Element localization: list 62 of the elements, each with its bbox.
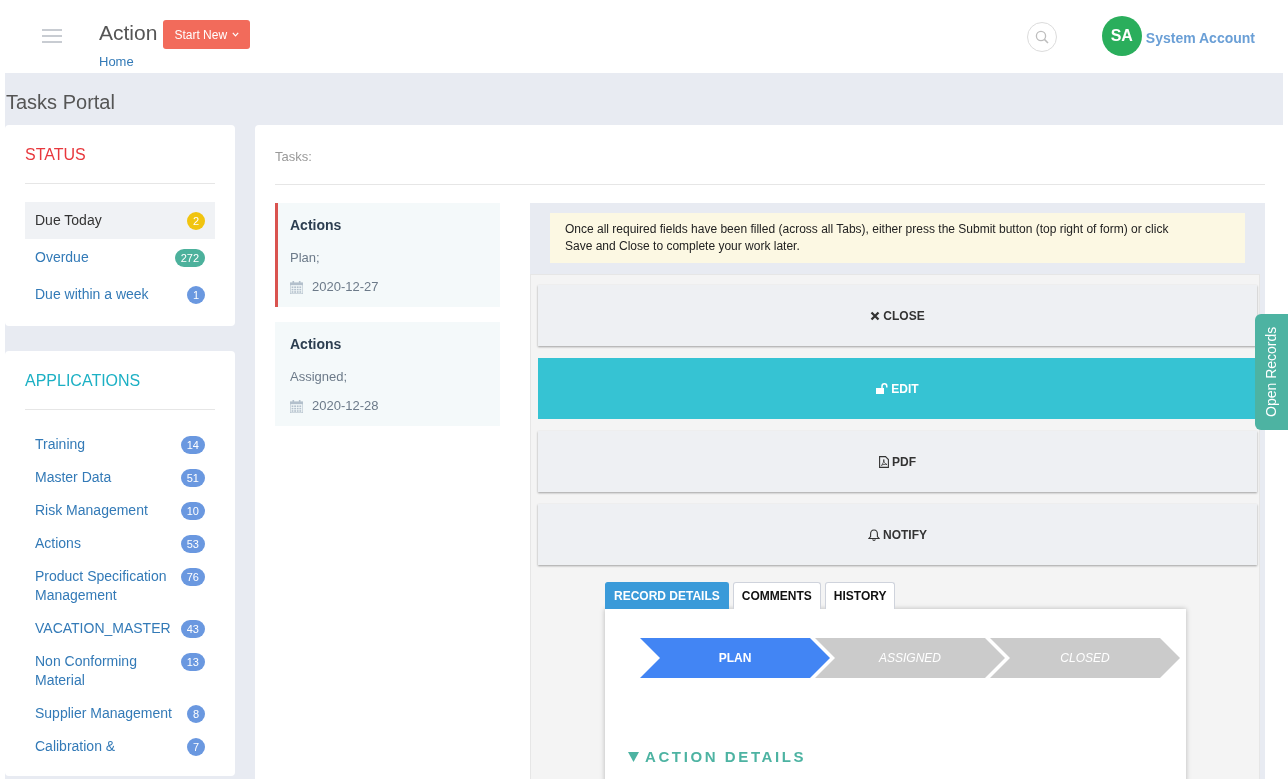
calendar-icon — [290, 399, 303, 413]
app-title: Action — [99, 19, 158, 46]
calendar-icon — [290, 280, 303, 294]
bell-icon — [868, 528, 880, 541]
count-badge: 2 — [187, 212, 205, 230]
panel-title: APPLICATIONS — [25, 371, 142, 391]
count-badge: 53 — [180, 535, 205, 553]
page-title: Tasks Portal — [6, 89, 115, 114]
unlock-icon — [876, 383, 889, 394]
application-link[interactable]: Non Conforming Material 13 — [25, 645, 215, 697]
panel-title: STATUS — [25, 145, 87, 165]
task-date: 2020-12-27 — [312, 278, 379, 296]
count-badge: 51 — [180, 469, 205, 487]
application-link[interactable]: Master Data 51 — [25, 461, 215, 494]
open-records-tab[interactable]: Open Records — [1255, 314, 1288, 430]
count-badge: 272 — [174, 249, 205, 267]
application-link[interactable]: Supplier Management 8 — [25, 697, 215, 730]
start-new-button[interactable]: Start New — [163, 20, 251, 49]
task-title: Actions — [290, 335, 343, 354]
task-date: 2020-12-28 — [312, 397, 379, 415]
tasks-label: Tasks: — [275, 148, 313, 166]
menu-icon[interactable] — [42, 29, 62, 43]
status-filter-link[interactable]: Due Today 2 — [25, 202, 215, 239]
task-title: Actions — [290, 216, 343, 235]
pdf-button[interactable]: PDF — [538, 431, 1257, 492]
search-button[interactable] — [1026, 21, 1057, 52]
application-link[interactable]: Actions 53 — [25, 527, 215, 560]
application-link[interactable]: VACATION_MASTER 43 — [25, 612, 215, 645]
pdf-file-icon — [879, 455, 889, 468]
tab[interactable]: RECORD DETAILS — [605, 582, 729, 609]
status-filter-link[interactable]: Overdue 272 — [25, 239, 215, 276]
section-title: ACTION DETAILS — [645, 747, 807, 767]
close-button[interactable]: CLOSE — [538, 285, 1257, 346]
task-card[interactable]: Actions Assigned; 2020-12-28 — [275, 322, 500, 426]
count-badge: 43 — [180, 620, 205, 638]
close-icon — [870, 310, 881, 321]
user-name[interactable]: System Account — [1145, 27, 1255, 49]
notify-button[interactable]: NOTIFY — [538, 504, 1257, 565]
application-link[interactable]: Product Specification Management 76 — [25, 560, 215, 612]
caret-icon[interactable] — [628, 752, 639, 762]
count-badge: 8 — [187, 705, 205, 723]
count-badge: 13 — [180, 653, 205, 671]
tab[interactable]: COMMENTS — [732, 582, 821, 609]
count-badge: 7 — [187, 738, 205, 756]
tab[interactable]: HISTORY — [824, 582, 896, 609]
caret-icon — [232, 32, 240, 37]
application-link[interactable]: Calibration & 7 — [25, 730, 215, 763]
application-link[interactable]: Training 14 — [25, 428, 215, 461]
status-filter-link[interactable]: Due within a week 1 — [25, 276, 215, 313]
task-card[interactable]: Actions Plan; 2020-12-27 — [275, 203, 500, 307]
workflow-step: PLAN — [640, 638, 830, 678]
count-badge: 76 — [180, 568, 205, 586]
task-status: Plan; — [290, 249, 321, 267]
count-badge: 10 — [180, 502, 205, 520]
count-badge: 14 — [180, 436, 205, 454]
count-badge: 1 — [187, 286, 205, 304]
user-avatar[interactable]: SA — [1101, 15, 1142, 56]
task-status: Assigned; — [290, 368, 349, 386]
application-link[interactable]: Risk Management 10 — [25, 494, 215, 527]
instruction-notice: Once all required fields have been filled (across all Tabs), either press the Submit button (top right of form) or click Save and Close to complete your work later. — [550, 213, 1245, 263]
search-icon — [1034, 29, 1049, 44]
breadcrumb-link[interactable]: Home — [99, 54, 134, 70]
